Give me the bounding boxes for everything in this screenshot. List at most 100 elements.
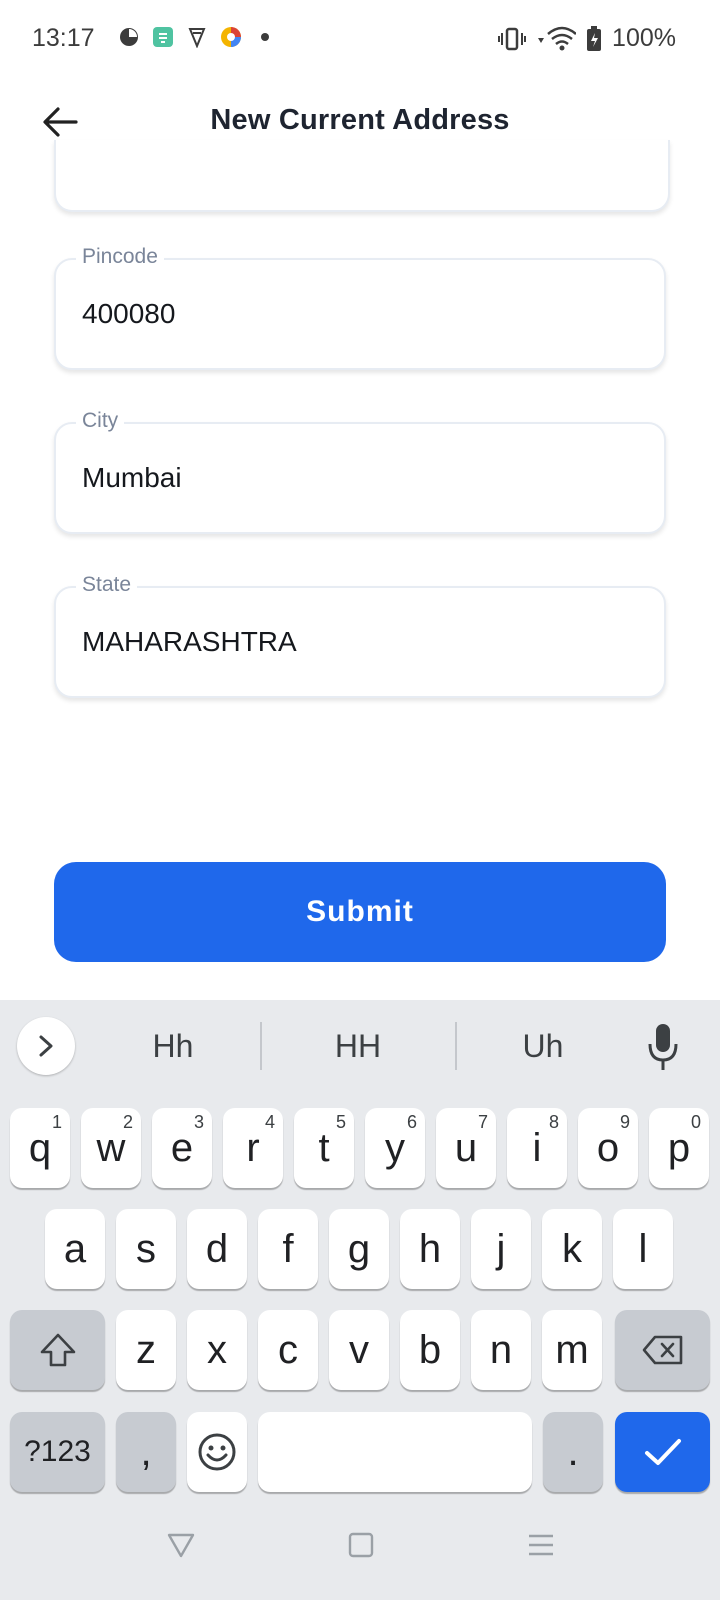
city-value: Mumbai bbox=[82, 462, 182, 493]
key-n[interactable]: n bbox=[471, 1310, 531, 1390]
city-label: City bbox=[76, 409, 125, 433]
key-label: b bbox=[418, 1327, 442, 1372]
key-p[interactable]: p0 bbox=[649, 1108, 709, 1188]
address-field-partial[interactable] bbox=[54, 140, 670, 212]
key-f[interactable]: f bbox=[258, 1209, 318, 1289]
key-hint: 4 bbox=[264, 1112, 275, 1132]
pincode-value: 400080 bbox=[82, 298, 176, 329]
key-r[interactable]: r4 bbox=[223, 1108, 283, 1188]
key-hint: 1 bbox=[51, 1112, 62, 1132]
key-i[interactable]: i8 bbox=[507, 1108, 567, 1188]
key-label: h bbox=[418, 1226, 442, 1271]
symbols-key[interactable]: ?123 bbox=[10, 1412, 105, 1492]
key-x[interactable]: x bbox=[187, 1310, 247, 1390]
emoji-key[interactable] bbox=[187, 1412, 247, 1492]
key-label: x bbox=[207, 1327, 227, 1372]
battery-percent: 100% bbox=[612, 24, 676, 52]
key-label: m bbox=[555, 1327, 589, 1372]
state-field[interactable]: State MAHARASHTRA bbox=[54, 573, 666, 698]
key-d[interactable]: d bbox=[187, 1209, 247, 1289]
space-key[interactable] bbox=[258, 1412, 532, 1492]
key-c[interactable]: c bbox=[258, 1310, 318, 1390]
key-label: k bbox=[562, 1226, 582, 1271]
key-j[interactable]: j bbox=[471, 1209, 531, 1289]
key-v[interactable]: v bbox=[329, 1310, 389, 1390]
key-a[interactable]: a bbox=[45, 1209, 105, 1289]
shield-icon bbox=[188, 28, 206, 48]
submit-button[interactable]: Submit bbox=[54, 862, 666, 962]
key-label: u bbox=[454, 1125, 478, 1170]
key-label: c bbox=[278, 1327, 298, 1372]
key-hint: 6 bbox=[406, 1112, 417, 1132]
key-hint: 8 bbox=[548, 1112, 559, 1132]
key-s[interactable]: s bbox=[116, 1209, 176, 1289]
key-b[interactable]: b bbox=[400, 1310, 460, 1390]
key-label: d bbox=[205, 1226, 229, 1271]
key-label: q bbox=[28, 1125, 52, 1170]
suggestion-divider bbox=[455, 1022, 457, 1070]
suggestion-3[interactable]: Uh bbox=[463, 1028, 623, 1065]
notification-icons bbox=[118, 26, 276, 48]
menu-lines-icon[interactable] bbox=[526, 1530, 556, 1560]
status-time: 13:17 bbox=[32, 24, 95, 52]
emoji-icon bbox=[198, 1433, 236, 1471]
suggestion-2[interactable]: HH bbox=[278, 1028, 438, 1065]
key-label: r bbox=[246, 1125, 260, 1170]
key-hint: 9 bbox=[619, 1112, 630, 1132]
suggestion-strip: Hh HH Uh bbox=[0, 1000, 720, 1096]
status-bar: 13:17 100% bbox=[0, 0, 720, 80]
pie-icon bbox=[120, 28, 138, 46]
key-e[interactable]: e3 bbox=[152, 1108, 212, 1188]
key-g[interactable]: g bbox=[329, 1209, 389, 1289]
key-z[interactable]: z bbox=[116, 1310, 176, 1390]
comma-key[interactable]: , bbox=[116, 1412, 176, 1492]
key-o[interactable]: o9 bbox=[578, 1108, 638, 1188]
key-label: e bbox=[170, 1125, 194, 1170]
key-hint: 5 bbox=[335, 1112, 346, 1132]
state-label: State bbox=[76, 573, 138, 597]
key-label: w bbox=[96, 1125, 126, 1170]
city-field[interactable]: City Mumbai bbox=[54, 409, 666, 534]
shift-icon bbox=[40, 1333, 75, 1367]
key-label: t bbox=[318, 1125, 330, 1170]
key-label: v bbox=[349, 1327, 369, 1372]
key-w[interactable]: w2 bbox=[81, 1108, 141, 1188]
wifi-icon bbox=[538, 26, 577, 50]
key-label: i bbox=[532, 1125, 542, 1170]
pincode-field[interactable]: Pincode 400080 bbox=[54, 245, 666, 370]
dot-icon bbox=[261, 33, 269, 41]
suggestion-1[interactable]: Hh bbox=[93, 1028, 253, 1065]
pincode-label: Pincode bbox=[76, 245, 164, 269]
page-title: New Current Address bbox=[210, 104, 510, 136]
chevron-right-icon bbox=[39, 1035, 53, 1057]
shift-key[interactable] bbox=[10, 1310, 105, 1390]
key-k[interactable]: k bbox=[542, 1209, 602, 1289]
key-q[interactable]: q1 bbox=[10, 1108, 70, 1188]
home-square-icon[interactable] bbox=[346, 1530, 376, 1560]
backspace-icon bbox=[642, 1335, 682, 1365]
system-icons: 100% bbox=[498, 24, 676, 53]
key-l[interactable]: l bbox=[613, 1209, 673, 1289]
back-triangle-icon[interactable] bbox=[166, 1530, 196, 1560]
done-key[interactable] bbox=[615, 1412, 710, 1492]
key-t[interactable]: t5 bbox=[294, 1108, 354, 1188]
microphone-icon[interactable] bbox=[646, 1022, 680, 1072]
key-label: f bbox=[282, 1226, 294, 1271]
key-m[interactable]: m bbox=[542, 1310, 602, 1390]
suggestion-divider bbox=[260, 1022, 262, 1070]
key-label: o bbox=[596, 1125, 620, 1170]
key-label: l bbox=[638, 1226, 648, 1271]
checkmark-icon bbox=[644, 1439, 681, 1465]
vibrate-icon bbox=[498, 27, 527, 50]
key-y[interactable]: y6 bbox=[365, 1108, 425, 1188]
expand-toolbar-button[interactable] bbox=[17, 1017, 75, 1075]
backspace-key[interactable] bbox=[615, 1310, 710, 1390]
period-key[interactable]: . bbox=[543, 1412, 603, 1492]
key-hint: 2 bbox=[122, 1112, 133, 1132]
app-icon bbox=[153, 27, 173, 47]
navigation-bar bbox=[0, 1496, 720, 1600]
key-hint: 3 bbox=[193, 1112, 204, 1132]
key-label: a bbox=[63, 1226, 87, 1271]
key-h[interactable]: h bbox=[400, 1209, 460, 1289]
key-u[interactable]: u7 bbox=[436, 1108, 496, 1188]
